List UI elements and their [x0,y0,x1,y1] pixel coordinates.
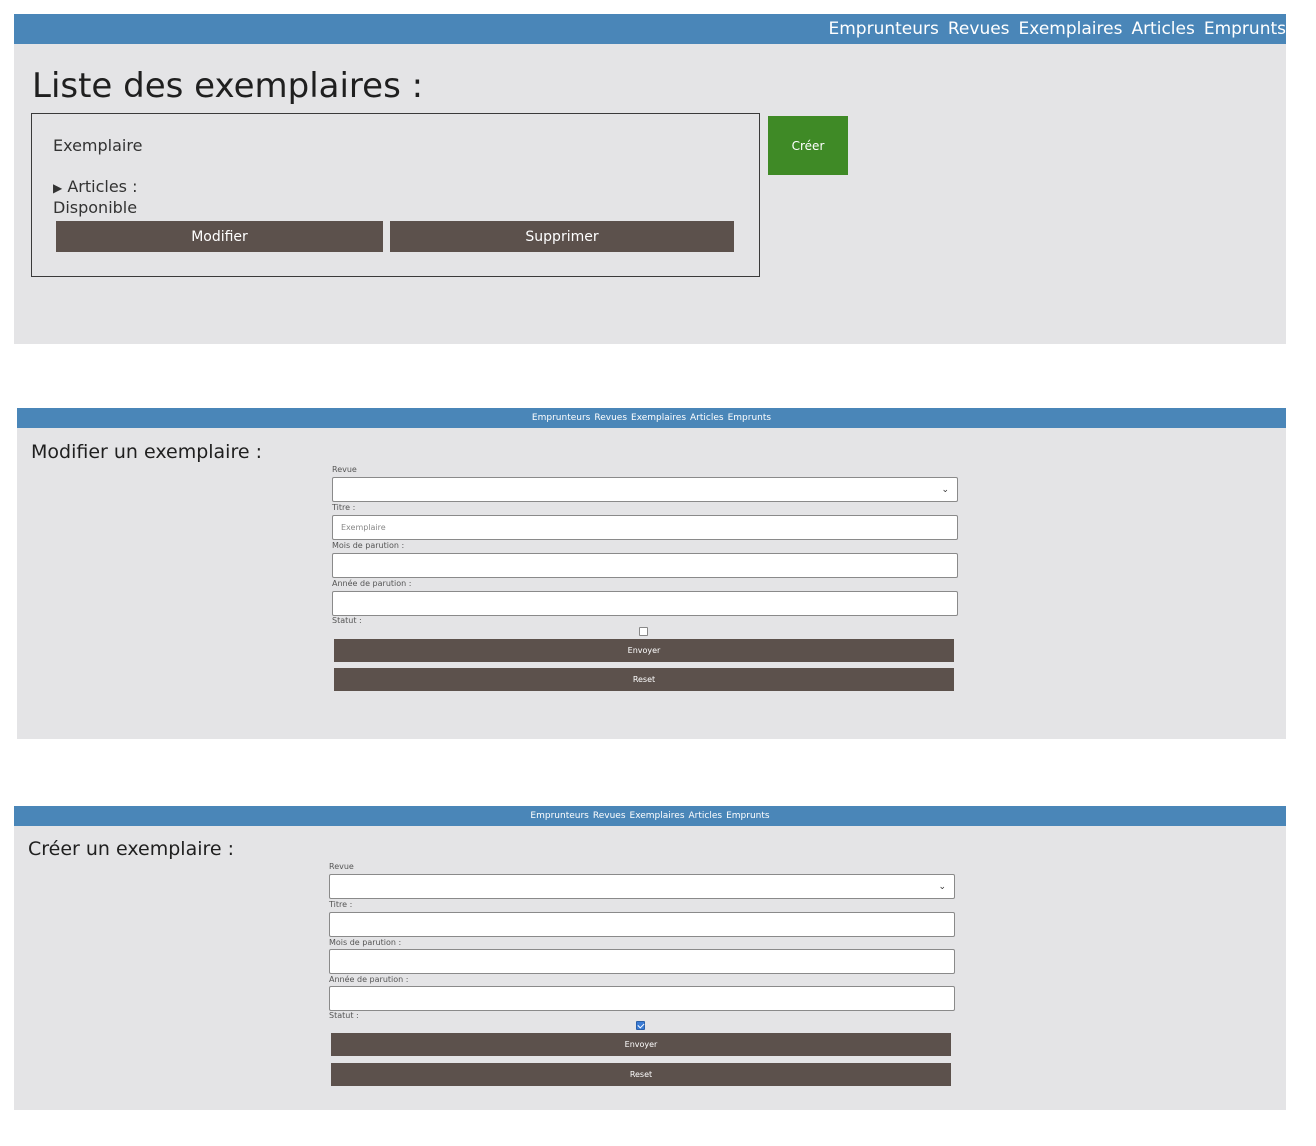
nav-link-exemplaires[interactable]: Exemplaires [631,413,686,423]
titre-label: Titre : [329,900,353,909]
send-button[interactable]: Envoyer [334,639,954,662]
nav-link-articles[interactable]: Articles [689,811,723,821]
nav-link-emprunteurs[interactable]: Emprunteurs [530,811,588,821]
revue-label: Revue [332,465,357,474]
statut-label: Statut : [332,616,362,625]
form-title: Modifier un exemplaire : [31,441,262,463]
annee-label: Année de parution : [329,975,409,984]
top-navbar: Emprunteurs Revues Exemplaires Articles … [17,408,1286,428]
nav-link-articles[interactable]: Articles [690,413,724,423]
articles-label: Articles : [67,177,138,196]
form-title: Créer un exemplaire : [28,838,235,860]
send-button[interactable]: Envoyer [331,1033,951,1056]
chevron-down-icon: ⌄ [941,484,949,495]
annee-label: Année de parution : [332,579,412,588]
create-exemplaire-panel: Emprunteurs Revues Exemplaires Articles … [14,806,1286,1110]
nav-link-articles[interactable]: Articles [1131,19,1194,39]
titre-input[interactable] [329,912,955,937]
chevron-down-icon: ⌄ [938,881,946,892]
status-text: Disponible [53,198,138,217]
titre-input[interactable]: Exemplaire [332,515,958,540]
nav-link-revues[interactable]: Revues [594,413,627,423]
statut-checkbox[interactable] [639,627,648,636]
statut-checkbox[interactable] [636,1021,645,1030]
annee-input[interactable] [329,986,955,1011]
disclosure-triangle-icon: ▶ [53,181,63,195]
mois-input[interactable] [329,949,955,974]
top-navbar: Emprunteurs Revues Exemplaires Articles … [14,14,1286,44]
nav-link-emprunteurs[interactable]: Emprunteurs [828,19,938,39]
top-navbar: Emprunteurs Revues Exemplaires Articles … [14,806,1286,826]
nav-link-exemplaires[interactable]: Exemplaires [1019,19,1123,39]
titre-label: Titre : [332,503,356,512]
reset-button[interactable]: Reset [334,668,954,691]
revue-label: Revue [329,862,354,871]
revue-select[interactable]: ⌄ [332,477,958,502]
statut-label: Statut : [329,1011,359,1020]
nav-link-emprunteurs[interactable]: Emprunteurs [532,413,590,423]
list-exemplaires-panel: Emprunteurs Revues Exemplaires Articles … [14,14,1286,344]
delete-button[interactable]: Supprimer [390,221,734,252]
mois-input[interactable] [332,553,958,578]
create-button[interactable]: Créer [768,116,848,175]
modify-button[interactable]: Modifier [56,221,383,252]
page-title: Liste des exemplaires : [32,66,424,106]
revue-select[interactable]: ⌄ [329,874,955,899]
nav-link-emprunts[interactable]: Emprunts [728,413,772,423]
nav-link-emprunts[interactable]: Emprunts [1204,19,1286,39]
mois-label: Mois de parution : [332,541,405,550]
nav-link-revues[interactable]: Revues [948,19,1010,39]
nav-link-emprunts[interactable]: Emprunts [726,811,770,821]
exemplaire-card: Exemplaire ▶ Articles : Disponible Modif… [31,113,760,277]
nav-link-revues[interactable]: Revues [593,811,626,821]
annee-input[interactable] [332,591,958,616]
nav-link-exemplaires[interactable]: Exemplaires [630,811,685,821]
articles-disclosure[interactable]: ▶ Articles : [53,177,137,196]
mois-label: Mois de parution : [329,938,402,947]
exemplaire-title: Exemplaire [53,136,143,155]
edit-exemplaire-panel: Emprunteurs Revues Exemplaires Articles … [17,408,1286,739]
reset-button[interactable]: Reset [331,1063,951,1086]
